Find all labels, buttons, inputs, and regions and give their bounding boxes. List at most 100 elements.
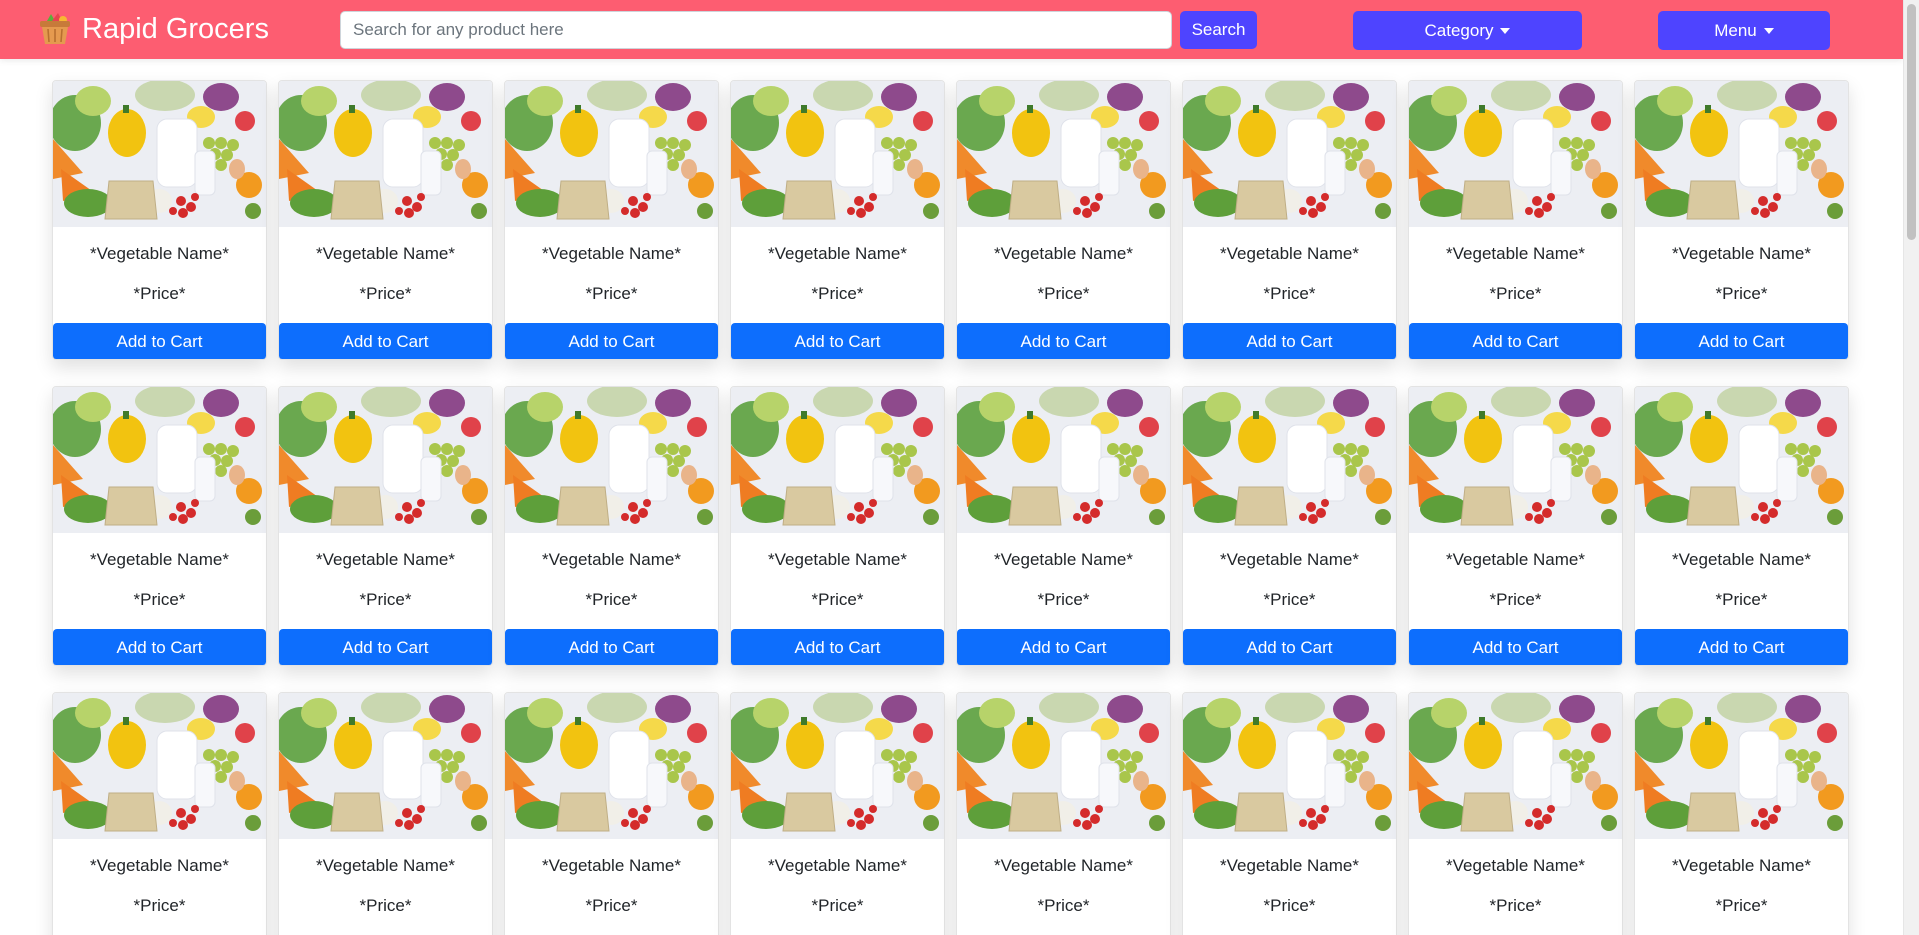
add-to-cart-button[interactable]: Add to Cart — [505, 323, 718, 359]
product-card: *Vegetable Name* *Price* Add to Cart — [1634, 80, 1849, 360]
product-price: *Price* — [1489, 284, 1542, 303]
product-price: *Price* — [811, 896, 864, 915]
product-image — [53, 693, 266, 839]
product-name: *Vegetable Name* — [1446, 856, 1585, 875]
product-card: *Vegetable Name* *Price* Add to Cart — [730, 692, 945, 935]
product-price: *Price* — [359, 896, 412, 915]
add-to-cart-button[interactable]: Add to Cart — [53, 629, 266, 665]
product-card: *Vegetable Name* *Price* Add to Cart — [1182, 692, 1397, 935]
product-name: *Vegetable Name* — [1446, 244, 1585, 263]
product-price: *Price* — [1489, 896, 1542, 915]
product-image — [1409, 387, 1622, 533]
add-to-cart-button[interactable]: Add to Cart — [279, 629, 492, 665]
product-image — [1635, 387, 1848, 533]
product-name: *Vegetable Name* — [316, 550, 455, 569]
product-card: *Vegetable Name* *Price* Add to Cart — [730, 80, 945, 360]
product-name: *Vegetable Name* — [316, 244, 455, 263]
product-card: *Vegetable Name* *Price* Add to Cart — [1182, 80, 1397, 360]
product-price: *Price* — [133, 284, 186, 303]
product-price: *Price* — [1037, 590, 1090, 609]
product-name: *Vegetable Name* — [90, 550, 229, 569]
search-input[interactable] — [340, 11, 1172, 49]
navbar: Rapid Grocers Search Category Menu — [0, 0, 1903, 59]
product-name: *Vegetable Name* — [542, 856, 681, 875]
product-name: *Vegetable Name* — [994, 856, 1133, 875]
product-price: *Price* — [359, 590, 412, 609]
add-to-cart-button[interactable]: Add to Cart — [53, 323, 266, 359]
product-price: *Price* — [585, 284, 638, 303]
product-image — [1635, 693, 1848, 839]
add-to-cart-button[interactable]: Add to Cart — [957, 629, 1170, 665]
product-price: *Price* — [133, 896, 186, 915]
product-price: *Price* — [1037, 284, 1090, 303]
product-image — [731, 693, 944, 839]
add-to-cart-button[interactable]: Add to Cart — [731, 629, 944, 665]
page-scrollbar[interactable] — [1903, 0, 1919, 935]
product-price: *Price* — [1489, 590, 1542, 609]
product-name: *Vegetable Name* — [768, 856, 907, 875]
product-price: *Price* — [1263, 590, 1316, 609]
product-name: *Vegetable Name* — [542, 244, 681, 263]
product-card: *Vegetable Name* *Price* Add to Cart — [1408, 386, 1623, 666]
add-to-cart-button[interactable]: Add to Cart — [1409, 629, 1622, 665]
product-name: *Vegetable Name* — [90, 856, 229, 875]
product-image — [1409, 81, 1622, 227]
product-price: *Price* — [1037, 896, 1090, 915]
product-name: *Vegetable Name* — [542, 550, 681, 569]
product-name: *Vegetable Name* — [1220, 244, 1359, 263]
brand-link[interactable]: Rapid Grocers — [38, 10, 269, 48]
product-card: *Vegetable Name* *Price* Add to Cart — [504, 386, 719, 666]
product-price: *Price* — [585, 590, 638, 609]
product-card: *Vegetable Name* *Price* Add to Cart — [956, 692, 1171, 935]
add-to-cart-button[interactable]: Add to Cart — [1183, 323, 1396, 359]
product-image — [279, 81, 492, 227]
product-card: *Vegetable Name* *Price* Add to Cart — [956, 80, 1171, 360]
product-name: *Vegetable Name* — [1672, 856, 1811, 875]
product-name: *Vegetable Name* — [1446, 550, 1585, 569]
product-name: *Vegetable Name* — [1220, 856, 1359, 875]
product-name: *Vegetable Name* — [1672, 550, 1811, 569]
product-card: *Vegetable Name* *Price* Add to Cart — [278, 692, 493, 935]
product-card: *Vegetable Name* *Price* Add to Cart — [1634, 386, 1849, 666]
add-to-cart-button[interactable]: Add to Cart — [279, 323, 492, 359]
product-name: *Vegetable Name* — [1672, 244, 1811, 263]
brand-name: Rapid Grocers — [82, 12, 269, 45]
product-card: *Vegetable Name* *Price* Add to Cart — [504, 80, 719, 360]
product-price: *Price* — [1263, 896, 1316, 915]
product-image — [731, 81, 944, 227]
add-to-cart-button[interactable]: Add to Cart — [731, 323, 944, 359]
product-image — [1635, 81, 1848, 227]
category-label: Category — [1424, 20, 1494, 40]
add-to-cart-button[interactable]: Add to Cart — [505, 629, 718, 665]
product-card: *Vegetable Name* *Price* Add to Cart — [278, 386, 493, 666]
product-image — [505, 81, 718, 227]
add-to-cart-button[interactable]: Add to Cart — [1409, 323, 1622, 359]
product-card: *Vegetable Name* *Price* Add to Cart — [1408, 692, 1623, 935]
product-name: *Vegetable Name* — [1220, 550, 1359, 569]
product-name: *Vegetable Name* — [768, 244, 907, 263]
product-name: *Vegetable Name* — [90, 244, 229, 263]
category-dropdown-button[interactable]: Category — [1353, 11, 1582, 50]
product-card: *Vegetable Name* *Price* Add to Cart — [1634, 692, 1849, 935]
search-button[interactable]: Search — [1180, 11, 1257, 49]
product-image — [1409, 693, 1622, 839]
add-to-cart-button[interactable]: Add to Cart — [1635, 323, 1848, 359]
caret-down-icon — [1763, 27, 1774, 34]
product-card: *Vegetable Name* *Price* Add to Cart — [52, 386, 267, 666]
product-image — [505, 387, 718, 533]
product-card: *Vegetable Name* *Price* Add to Cart — [956, 386, 1171, 666]
product-image — [957, 81, 1170, 227]
product-card: *Vegetable Name* *Price* Add to Cart — [1182, 386, 1397, 666]
product-image — [53, 81, 266, 227]
menu-label: Menu — [1714, 20, 1757, 40]
scrollbar-thumb[interactable] — [1907, 4, 1916, 240]
product-price: *Price* — [359, 284, 412, 303]
product-price: *Price* — [1263, 284, 1316, 303]
product-price: *Price* — [1715, 896, 1768, 915]
add-to-cart-button[interactable]: Add to Cart — [1183, 629, 1396, 665]
menu-dropdown-button[interactable]: Menu — [1658, 11, 1830, 50]
product-grid: *Vegetable Name* *Price* Add to Cart *Ve… — [52, 80, 1850, 935]
add-to-cart-button[interactable]: Add to Cart — [957, 323, 1170, 359]
add-to-cart-button[interactable]: Add to Cart — [1635, 629, 1848, 665]
product-card: *Vegetable Name* *Price* Add to Cart — [278, 80, 493, 360]
